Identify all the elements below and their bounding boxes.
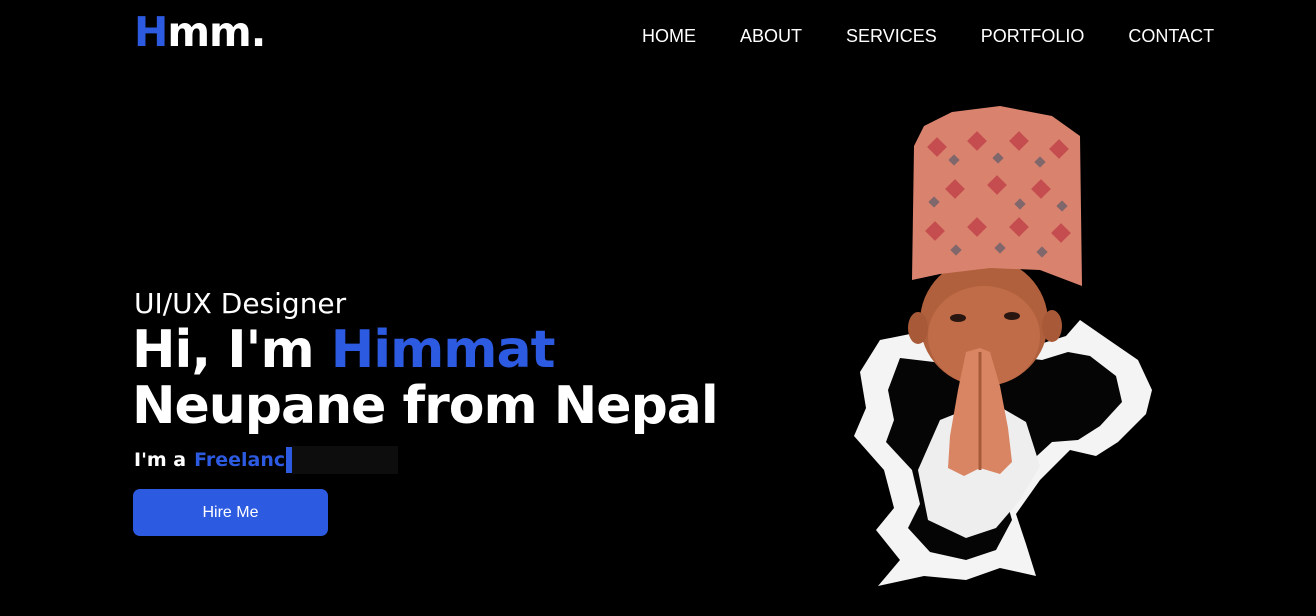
typing-placeholder-area bbox=[292, 446, 399, 474]
typing-prefix: I'm a bbox=[134, 449, 187, 471]
right-eye bbox=[1004, 312, 1020, 320]
hire-me-button[interactable]: Hire Me bbox=[133, 489, 328, 536]
headline-line-1: Hi, I'm Himmat bbox=[132, 322, 718, 378]
headline-line-2: Neupane from Nepal bbox=[132, 376, 719, 436]
left-eye bbox=[950, 314, 966, 322]
page: Hmm. HOME ABOUT SERVICES PORTFOLIO CONTA… bbox=[0, 0, 1316, 616]
dhaka-topi-hat bbox=[912, 106, 1082, 286]
typed-role-text: Freelanc bbox=[194, 449, 286, 471]
hero-subtitle: UI/UX Designer bbox=[134, 287, 347, 320]
hero-headline: Hi, I'm Himmat Neupane from Nepal bbox=[132, 322, 719, 436]
left-ear bbox=[908, 312, 928, 344]
typing-text-row: I'm a Freelanc bbox=[134, 446, 399, 474]
logo[interactable]: Hmm. bbox=[134, 8, 266, 56]
nav-services-link[interactable]: SERVICES bbox=[846, 24, 937, 48]
main-nav: HOME ABOUT SERVICES PORTFOLIO CONTACT bbox=[642, 24, 1214, 48]
portrait-illustration bbox=[854, 106, 1152, 586]
logo-accent-letter: H bbox=[134, 8, 168, 56]
nav-portfolio-link[interactable]: PORTFOLIO bbox=[981, 24, 1085, 48]
nav-home-link[interactable]: HOME bbox=[642, 24, 696, 48]
right-ear bbox=[1042, 310, 1062, 342]
headline-name-highlight: Himmat bbox=[330, 320, 556, 380]
nav-contact-link[interactable]: CONTACT bbox=[1128, 24, 1214, 48]
logo-text: mm. bbox=[167, 8, 266, 56]
headline-greeting: Hi, I'm bbox=[132, 320, 331, 380]
nav-about-link[interactable]: ABOUT bbox=[740, 24, 802, 48]
